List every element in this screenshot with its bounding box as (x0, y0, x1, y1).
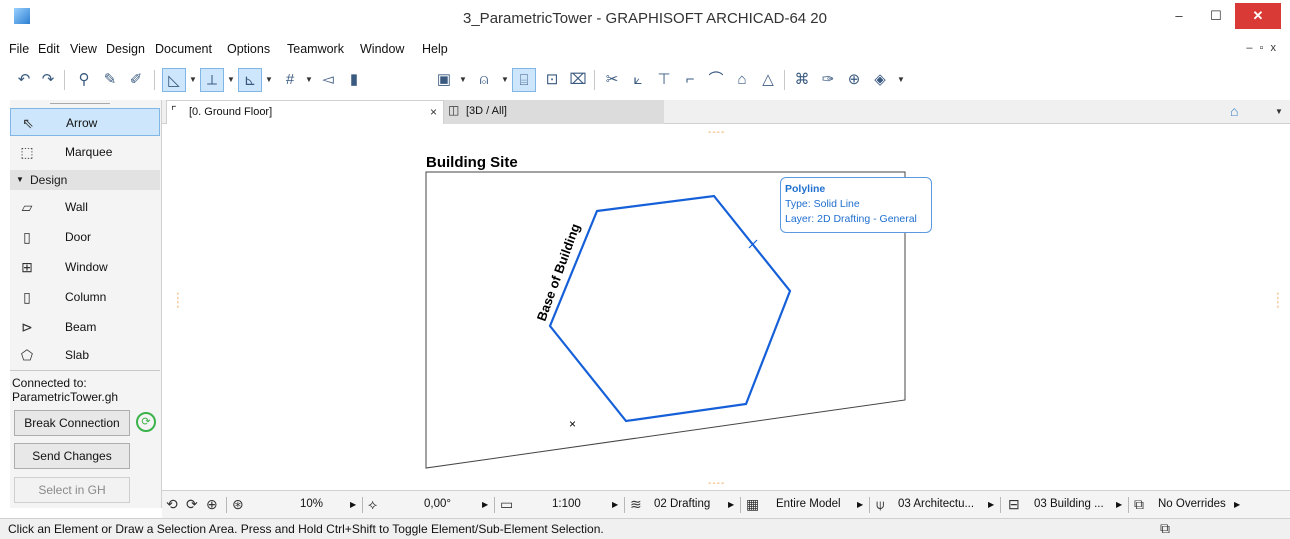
tooltip-type: Type: Solid Line (785, 198, 860, 210)
rotate-view-icon[interactable]: ⟡ (368, 496, 377, 513)
model-view-icon[interactable]: ▦ (746, 496, 759, 513)
navbar-separator (740, 497, 741, 513)
status-bar: Click an Element or Draw a Selection Are… (0, 518, 1290, 539)
layer-combo-value[interactable]: 02 Drafting (654, 498, 710, 510)
model-view-value[interactable]: Entire Model (776, 498, 841, 510)
navbar-separator (869, 497, 870, 513)
scale-value[interactable]: 1:100 (552, 498, 581, 510)
pen-set-icon[interactable]: ⍦ (876, 496, 884, 513)
dimension-value[interactable]: 03 Building ... (1034, 498, 1104, 510)
overrides-value[interactable]: No Overrides (1158, 498, 1226, 510)
navbar-separator (226, 497, 227, 513)
pen-set-value[interactable]: 03 Architectu... (898, 498, 974, 510)
windows-icon[interactable]: ⧉ (1160, 520, 1170, 537)
drawing-svg: Base of Building × (425, 171, 906, 469)
fit-in-window-icon[interactable]: ⊛ (232, 496, 244, 513)
chevron-right-icon[interactable]: ▶ (1116, 500, 1122, 509)
chevron-right-icon[interactable]: ▶ (612, 500, 618, 509)
navbar-separator (624, 497, 625, 513)
zoom-undo-icon[interactable]: ⟲ (166, 496, 178, 513)
chevron-right-icon[interactable]: ▶ (350, 500, 356, 509)
chevron-right-icon[interactable]: ▶ (482, 500, 488, 509)
chevron-right-icon[interactable]: ▶ (857, 500, 863, 509)
quick-options-bar: ⟲ ⟳ ⊕ ⊛ 10% ▶ ⟡ 0,00° ▶ ▭ 1:100 ▶ ≋ 02 D… (162, 490, 1290, 518)
chevron-right-icon[interactable]: ▶ (1234, 500, 1240, 509)
element-info-tooltip: Polyline Type: Solid Line Layer: 2D Draf… (780, 177, 932, 233)
status-text: Click an Element or Draw a Selection Are… (8, 522, 604, 536)
zoom-value[interactable]: 10% (300, 498, 323, 510)
navbar-separator (494, 497, 495, 513)
orientation-value[interactable]: 0,00° (424, 498, 451, 510)
graphic-override-icon[interactable]: ⧉ (1134, 496, 1144, 513)
scale-icon[interactable]: ▭ (500, 496, 513, 513)
layers-icon[interactable]: ≋ (630, 496, 642, 513)
origin-marker: × (569, 417, 576, 431)
chevron-right-icon[interactable]: ▶ (728, 500, 734, 509)
zoom-in-icon[interactable]: ⊕ (206, 496, 218, 513)
navbar-separator (1000, 497, 1001, 513)
dimension-icon[interactable]: ⊟ (1008, 496, 1020, 513)
zoom-redo-icon[interactable]: ⟳ (186, 496, 198, 513)
navbar-separator (362, 497, 363, 513)
tooltip-title: Polyline (785, 183, 826, 195)
hexagon-polyline[interactable] (548, 194, 792, 423)
chevron-right-icon[interactable]: ▶ (988, 500, 994, 509)
navbar-separator (1128, 497, 1129, 513)
tooltip-layer: Layer: 2D Drafting - General (785, 213, 917, 225)
